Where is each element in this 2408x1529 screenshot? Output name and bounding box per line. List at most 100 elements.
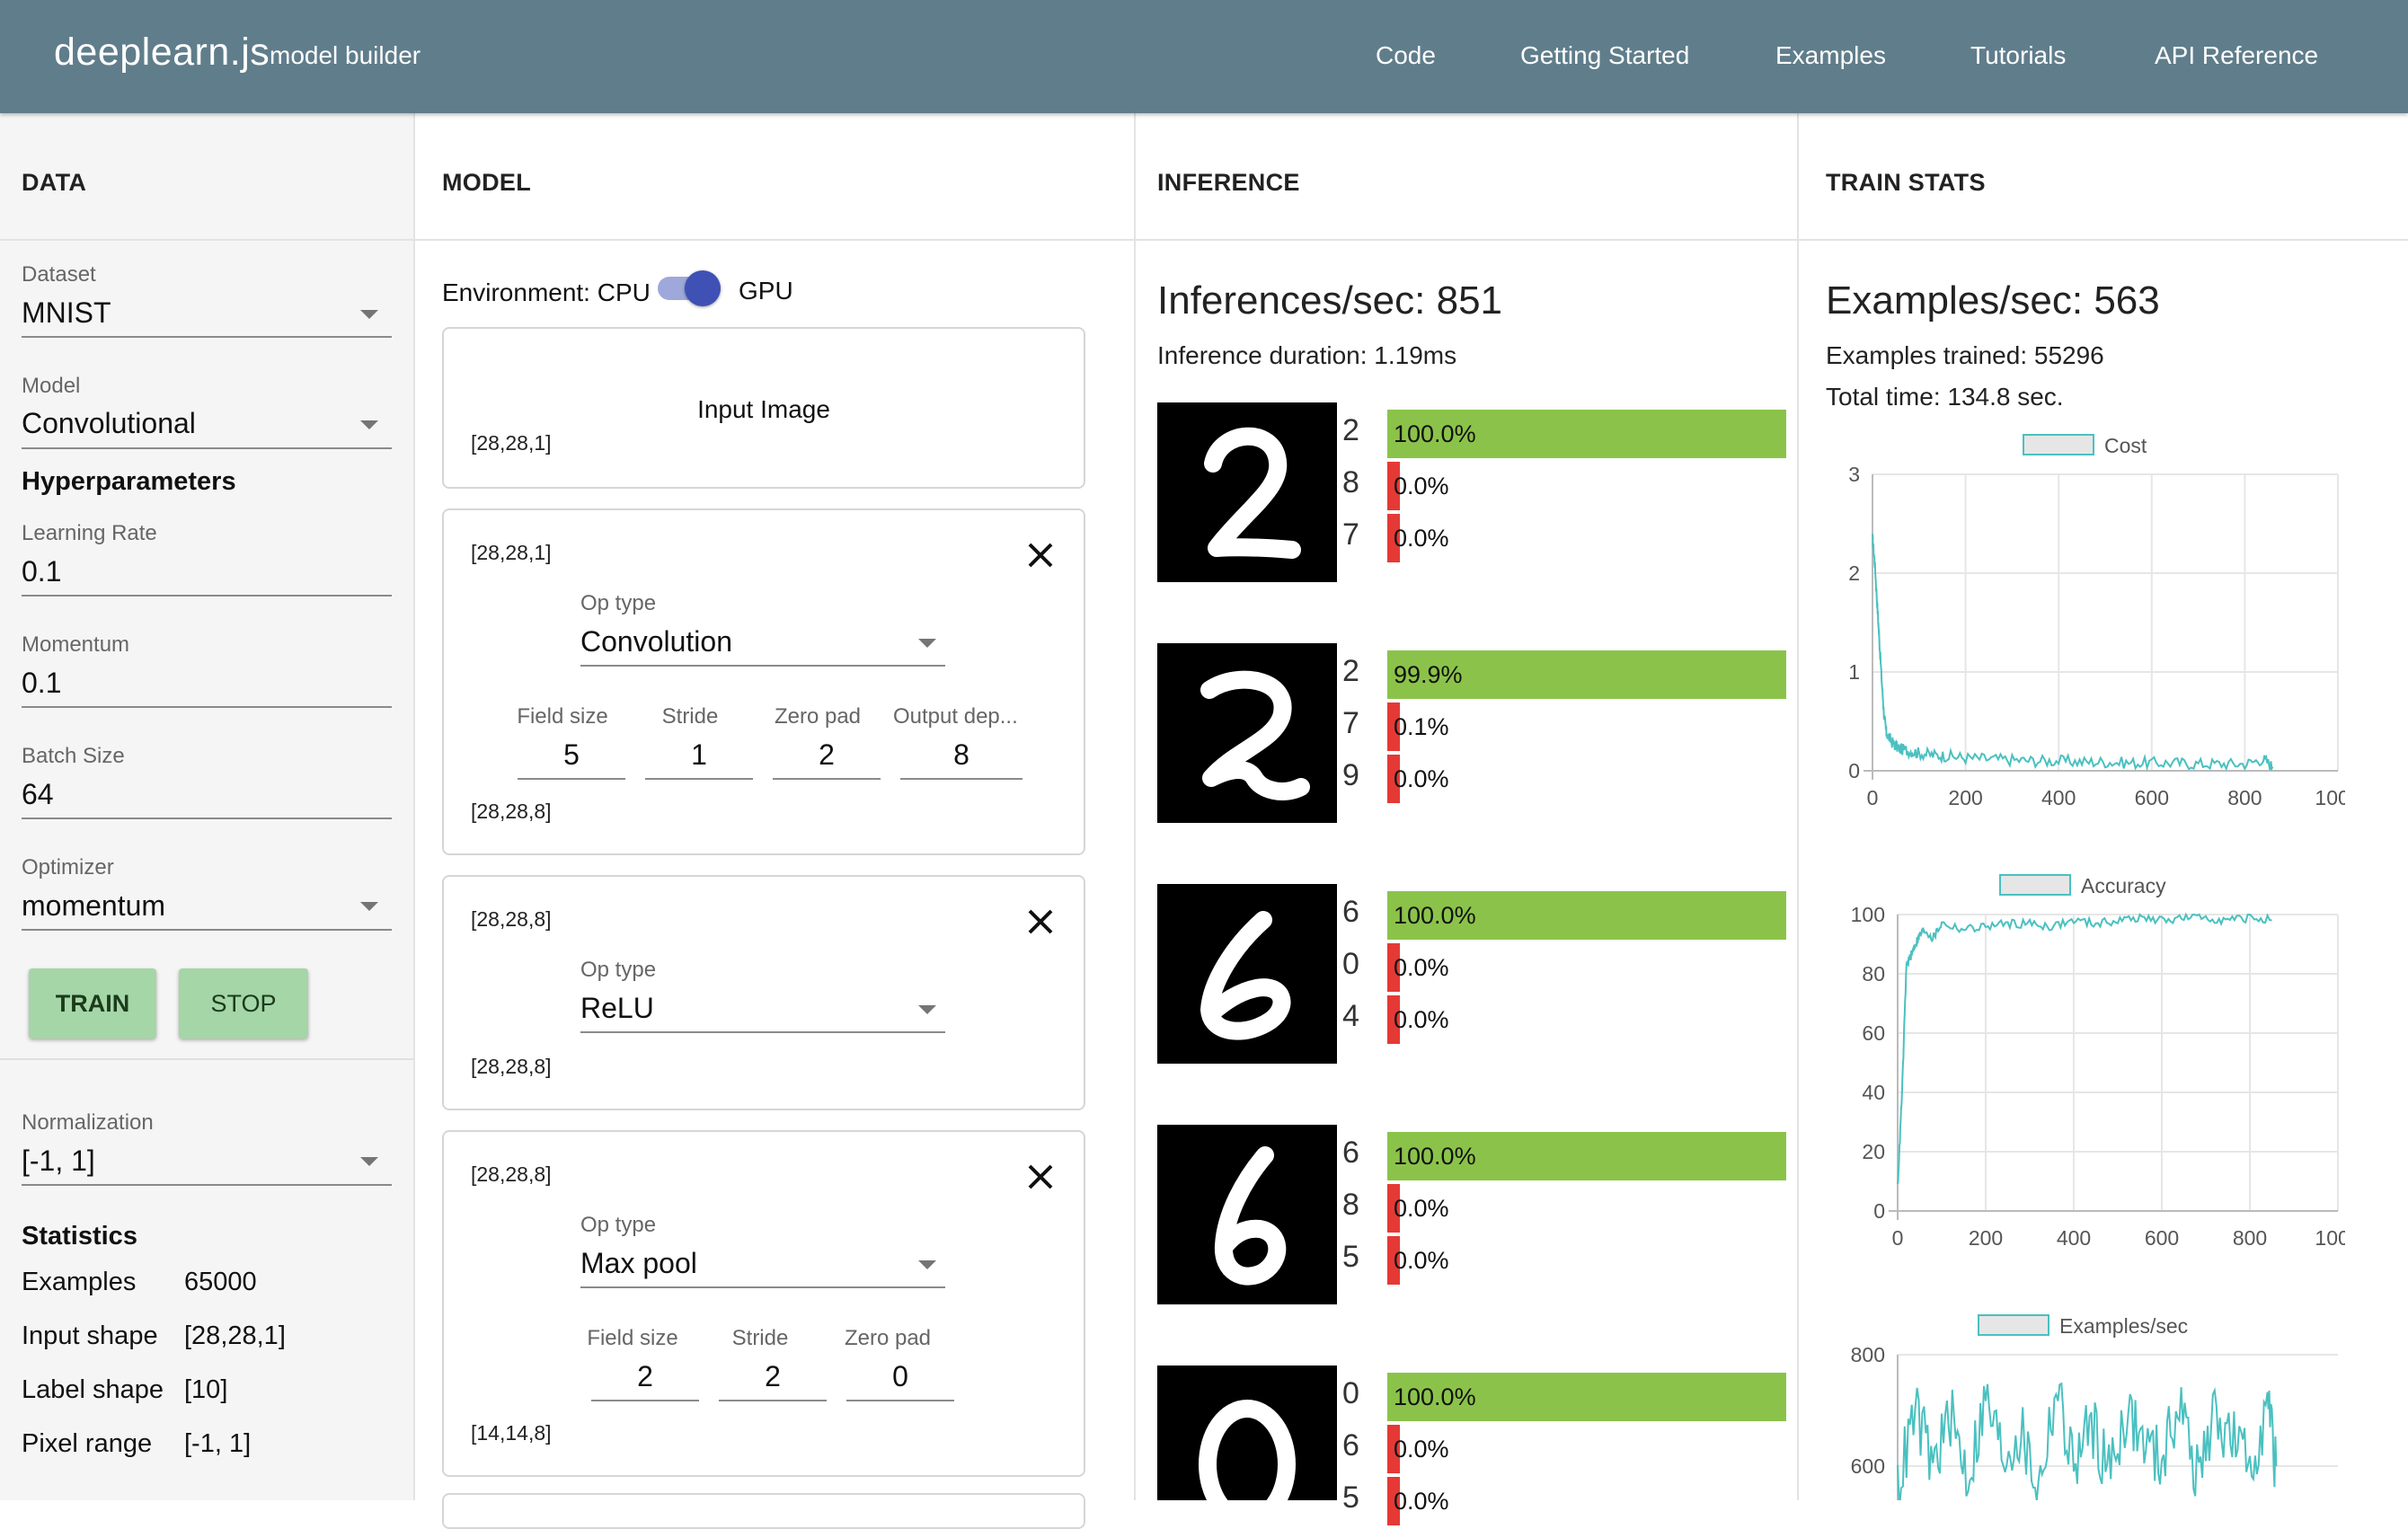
- prediction-label: 5: [1342, 1240, 1359, 1274]
- model-column-header: MODEL: [415, 113, 1134, 241]
- prediction-label: 8: [1342, 465, 1359, 499]
- dataset-select[interactable]: MNIST: [22, 296, 111, 330]
- output-depth-label: Output dep...: [893, 704, 1018, 729]
- brand-title[interactable]: deeplearn.js: [54, 31, 270, 75]
- y-tick-label: 2: [1848, 561, 1860, 585]
- stride-input[interactable]: 1: [645, 738, 753, 772]
- legend-swatch: [1978, 1314, 2049, 1336]
- x-tick-label: 800: [2233, 1226, 2267, 1250]
- inferences-per-sec: Inferences/sec: 851: [1157, 278, 1503, 323]
- field-size-input[interactable]: 2: [591, 1360, 699, 1393]
- op-type-select[interactable]: Max pool: [580, 1247, 697, 1280]
- learning-rate-underline: [22, 595, 392, 597]
- layer-card-convolution: [28,28,1] Op type Convolution Field size…: [442, 508, 1085, 855]
- stat-input-shape-value: [28,28,1]: [184, 1321, 286, 1350]
- op-type-label: Op type: [580, 1213, 657, 1237]
- stride-underline: [719, 1400, 827, 1401]
- digit-image: [1157, 1125, 1337, 1304]
- prediction-percent: 100.0%: [1394, 902, 1476, 929]
- y-tick-label: 80: [1862, 962, 1885, 985]
- environment-toggle-knob[interactable]: [685, 270, 721, 306]
- train-button[interactable]: TRAIN: [29, 968, 156, 1038]
- field-size-label: Field size: [517, 704, 608, 729]
- x-tick-label: 0: [1892, 1226, 1904, 1250]
- x-tick-label: 1000: [2315, 786, 2345, 809]
- chevron-down-icon[interactable]: [360, 310, 378, 319]
- x-tick-label: 1000: [2315, 1226, 2345, 1250]
- legend-swatch: [2023, 434, 2094, 455]
- normalization-select[interactable]: [-1, 1]: [22, 1145, 95, 1178]
- batch-size-input[interactable]: 64: [22, 778, 54, 811]
- layer-card-max-pool: [28,28,8] Op type Max pool Field size 2 …: [442, 1130, 1085, 1477]
- op-type-select[interactable]: Convolution: [580, 625, 732, 658]
- digit-image: [1157, 643, 1337, 823]
- zero-pad-input[interactable]: 0: [846, 1360, 954, 1393]
- field-size-underline: [518, 778, 625, 780]
- legend-label: Examples/sec: [2059, 1314, 2188, 1338]
- digit-image: [1157, 884, 1337, 1064]
- chevron-down-icon[interactable]: [918, 639, 936, 648]
- series-line: [1872, 534, 2274, 772]
- chevron-down-icon[interactable]: [918, 1005, 936, 1014]
- stride-input[interactable]: 2: [719, 1360, 827, 1393]
- chevron-down-icon[interactable]: [360, 902, 378, 911]
- chevron-down-icon[interactable]: [918, 1260, 936, 1269]
- output-depth-input[interactable]: 8: [900, 738, 1023, 772]
- momentum-underline: [22, 706, 392, 708]
- op-type-underline: [580, 665, 945, 667]
- zero-pad-label: Zero pad: [774, 704, 862, 729]
- chevron-down-icon[interactable]: [360, 1157, 378, 1166]
- total-time: Total time: 134.8 sec.: [1826, 383, 2064, 411]
- prediction-percent: 0.1%: [1394, 713, 1449, 740]
- normalization-underline: [22, 1184, 392, 1186]
- prediction-label: 0: [1342, 1376, 1359, 1410]
- inference-column-title: INFERENCE: [1157, 169, 1300, 196]
- input-image-title: Input Image: [697, 395, 830, 423]
- zero-pad-input[interactable]: 2: [773, 738, 881, 772]
- momentum-label: Momentum: [22, 632, 130, 657]
- op-type-label: Op type: [580, 958, 657, 982]
- stat-examples-label: Examples: [22, 1268, 137, 1296]
- model-underline: [22, 447, 392, 449]
- close-icon[interactable]: [1023, 904, 1058, 940]
- normalization-label: Normalization: [22, 1110, 154, 1135]
- close-icon[interactable]: [1023, 537, 1058, 573]
- digit-image: [1157, 402, 1337, 582]
- prediction-label: 2: [1342, 654, 1359, 688]
- dataset-underline: [22, 336, 392, 338]
- zero-pad-underline: [773, 778, 881, 780]
- stop-button[interactable]: STOP: [179, 968, 308, 1038]
- op-type-underline: [580, 1031, 945, 1033]
- layer-input-shape: [28,28,8]: [471, 1162, 552, 1186]
- prediction-percent: 0.0%: [1394, 1436, 1449, 1463]
- train-stats-column-title: TRAIN STATS: [1826, 169, 1986, 196]
- nav-code-link[interactable]: Code: [1376, 41, 1436, 70]
- prediction-percent: 0.0%: [1394, 473, 1449, 499]
- x-tick-label: 200: [1948, 786, 1982, 809]
- nav-tutorials-link[interactable]: Tutorials: [1970, 41, 2066, 70]
- nav-getting-started-link[interactable]: Getting Started: [1520, 41, 1689, 70]
- field-size-input[interactable]: 5: [518, 738, 625, 772]
- momentum-input[interactable]: 0.1: [22, 667, 61, 700]
- brand-subtitle: model builder: [270, 41, 421, 69]
- series-line: [1897, 912, 2272, 1185]
- learning-rate-input[interactable]: 0.1: [22, 555, 61, 588]
- prediction-percent: 0.0%: [1394, 525, 1449, 552]
- prediction-percent: 0.0%: [1394, 1006, 1449, 1033]
- prediction-percent: 0.0%: [1394, 1195, 1449, 1222]
- nav-api-reference-link[interactable]: API Reference: [2155, 41, 2318, 70]
- data-section-divider: [0, 1058, 413, 1060]
- close-icon[interactable]: [1023, 1159, 1058, 1195]
- op-type-label: Op type: [580, 591, 657, 615]
- prediction-percent: 99.9%: [1394, 661, 1463, 688]
- nav-examples-link[interactable]: Examples: [1775, 41, 1886, 70]
- op-type-select[interactable]: ReLU: [580, 992, 654, 1025]
- y-tick-label: 40: [1862, 1081, 1885, 1104]
- stat-label-shape-label: Label shape: [22, 1375, 164, 1404]
- statistics-heading: Statistics: [22, 1222, 137, 1251]
- y-tick-label: 800: [1851, 1343, 1885, 1366]
- model-select[interactable]: Convolutional: [22, 407, 196, 440]
- optimizer-select[interactable]: momentum: [22, 889, 165, 923]
- y-tick-label: 600: [1851, 1454, 1885, 1478]
- chevron-down-icon[interactable]: [360, 420, 378, 429]
